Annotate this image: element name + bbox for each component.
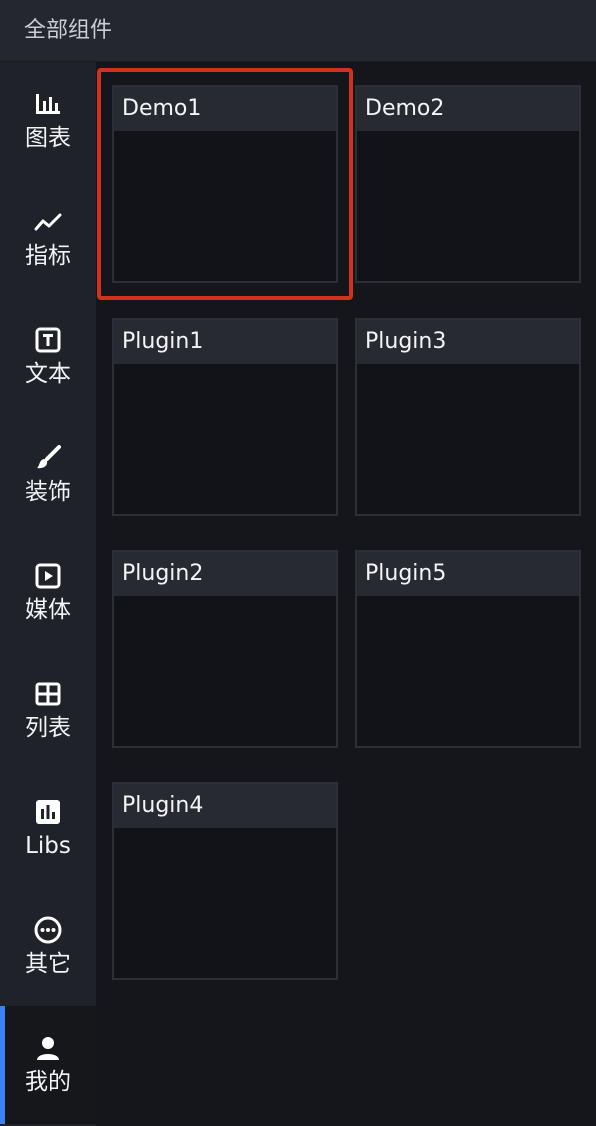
sidebar-item-libs[interactable]: Libs (0, 770, 96, 888)
component-card-plugin3[interactable]: Plugin3 (355, 318, 581, 516)
chart-square-icon (33, 797, 63, 827)
sidebar-item-label: 其它 (25, 951, 71, 977)
component-card-plugin1[interactable]: Plugin1 (112, 318, 338, 516)
component-card-plugin5[interactable]: Plugin5 (355, 550, 581, 748)
sidebar-item-mine[interactable]: 我的 (0, 1006, 96, 1124)
category-sidebar: 图表 指标 文本 装饰 媒体 列表 Libs 其它 我的 (0, 62, 96, 1126)
panel-header: 全部组件 (0, 0, 596, 62)
trend-line-icon (33, 207, 63, 237)
selection-highlight (97, 68, 353, 300)
component-card-title: Plugin1 (114, 320, 336, 364)
component-card-title: Demo2 (357, 87, 579, 131)
sidebar-item-label: 列表 (25, 715, 71, 741)
component-card-title: Plugin2 (114, 552, 336, 596)
sidebar-item-decoration[interactable]: 装饰 (0, 416, 96, 534)
component-card-plugin4[interactable]: Plugin4 (112, 782, 338, 980)
user-icon (33, 1033, 63, 1063)
component-card-title: Plugin5 (357, 552, 579, 596)
sidebar-item-indicators[interactable]: 指标 (0, 180, 96, 298)
more-circle-icon (33, 915, 63, 945)
brush-icon (33, 443, 63, 473)
sidebar-item-label: 装饰 (25, 479, 71, 505)
sidebar-item-label: 我的 (25, 1069, 71, 1095)
sidebar-item-label: 图表 (25, 125, 71, 151)
play-box-icon (33, 561, 63, 591)
panel-title: 全部组件 (24, 18, 113, 43)
table-grid-icon (33, 679, 63, 709)
sidebar-item-label: 媒体 (25, 597, 71, 623)
sidebar-item-charts[interactable]: 图表 (0, 62, 96, 180)
text-box-icon (33, 325, 63, 355)
component-card-title: Plugin4 (114, 784, 336, 828)
component-card-title: Plugin3 (357, 320, 579, 364)
sidebar-item-list[interactable]: 列表 (0, 652, 96, 770)
sidebar-item-label: Libs (25, 833, 71, 859)
component-card-plugin2[interactable]: Plugin2 (112, 550, 338, 748)
sidebar-item-others[interactable]: 其它 (0, 888, 96, 1006)
component-card-demo2[interactable]: Demo2 (355, 85, 581, 283)
sidebar-item-media[interactable]: 媒体 (0, 534, 96, 652)
sidebar-item-text[interactable]: 文本 (0, 298, 96, 416)
sidebar-item-label: 文本 (25, 361, 71, 387)
bar-chart-icon (33, 89, 63, 119)
sidebar-item-label: 指标 (25, 243, 71, 269)
